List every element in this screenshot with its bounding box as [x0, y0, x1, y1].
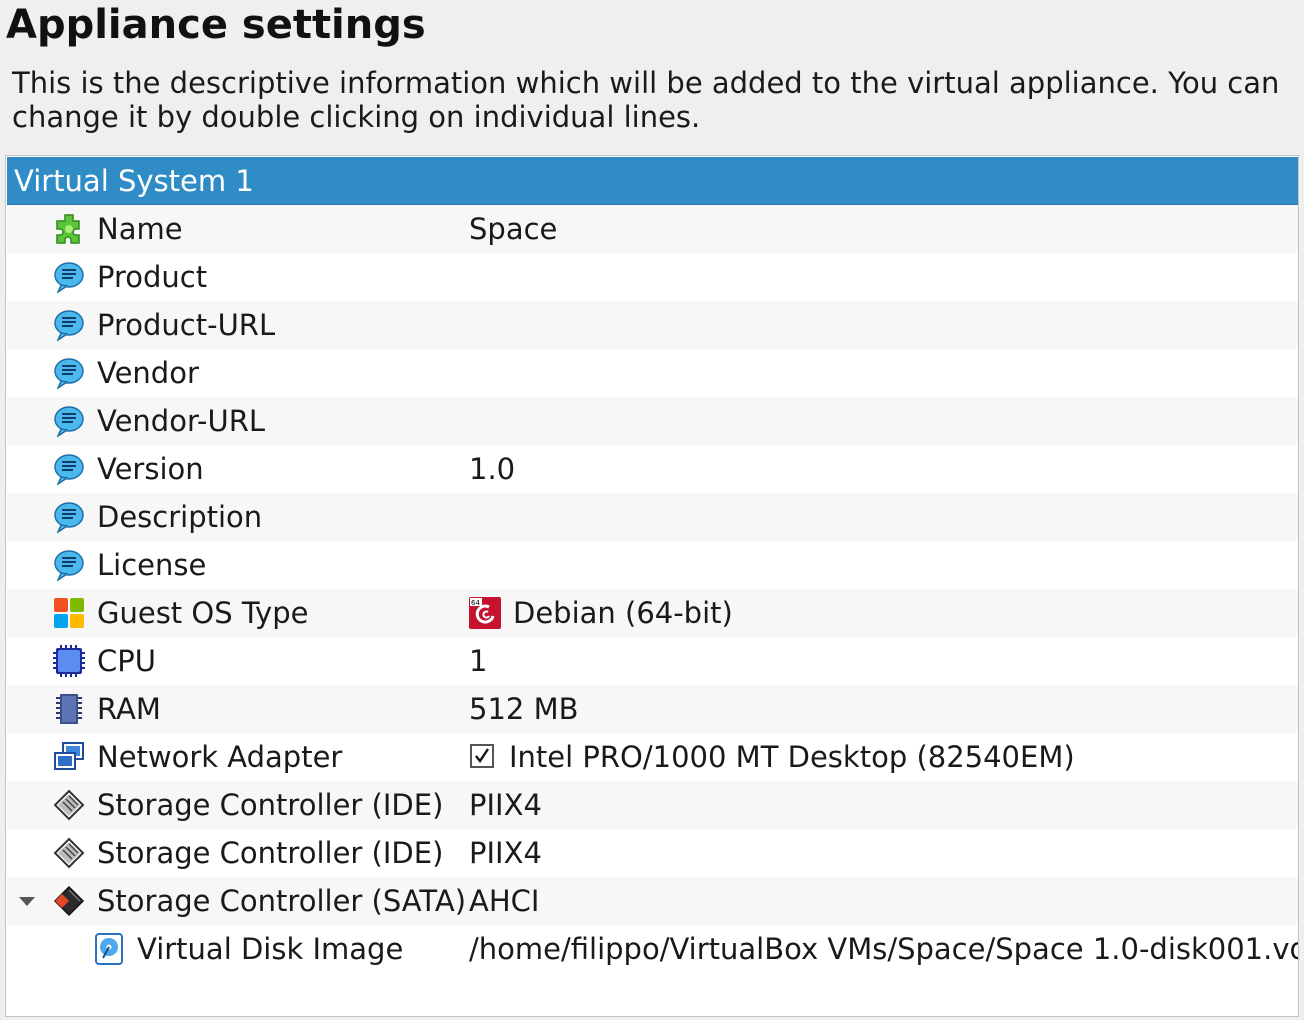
description-bubble-icon: [54, 454, 84, 485]
row-value[interactable]: 512 MB: [469, 692, 579, 726]
row-value[interactable]: Intel PRO/1000 MT Desktop (82540EM): [509, 740, 1075, 774]
row-storage-controller-ide-1[interactable]: Storage Controller (IDE) PIIX4: [7, 781, 1298, 829]
row-product-url[interactable]: Product-URL: [7, 301, 1298, 349]
description-bubble-icon: [54, 262, 84, 293]
network-adapter-checkbox[interactable]: [470, 744, 494, 768]
row-vendor[interactable]: Vendor: [7, 349, 1298, 397]
row-guest-os-type[interactable]: Guest OS Type 64 Debian (64-bit): [7, 589, 1298, 637]
cpu-icon: [53, 645, 85, 677]
row-network-adapter[interactable]: Network Adapter Intel PRO/1000 MT Deskto…: [7, 733, 1298, 781]
tree-item-virtual-system[interactable]: Virtual System 1: [7, 157, 1298, 205]
row-label: Storage Controller (SATA): [97, 884, 467, 918]
description-bubble-icon: [54, 358, 84, 389]
row-label: Storage Controller (IDE): [97, 836, 444, 870]
os-type-icon: [54, 598, 84, 628]
row-label: Guest OS Type: [97, 596, 309, 630]
description-bubble-icon: [54, 310, 84, 341]
debian-64-icon: 64: [469, 597, 501, 629]
virtual-system-label: Virtual System 1: [14, 164, 254, 198]
ide-controller-icon: [53, 789, 85, 821]
row-label: Vendor-URL: [97, 404, 266, 438]
green-puzzle-icon: [56, 214, 80, 244]
row-label: License: [97, 548, 207, 582]
row-value[interactable]: /home/filippo/VirtualBox VMs/Space/Space…: [469, 932, 1298, 966]
row-storage-controller-sata[interactable]: Storage Controller (SATA) AHCI: [7, 877, 1298, 925]
checkmark-icon: [475, 748, 489, 764]
appliance-settings-tree[interactable]: Virtual System 1 Name Space Product Prod…: [5, 155, 1299, 1017]
row-value[interactable]: Debian (64-bit): [513, 596, 733, 630]
description-bubble-icon: [54, 502, 84, 533]
page-description: This is the descriptive information whic…: [12, 66, 1280, 134]
row-label: RAM: [97, 692, 161, 726]
row-label: Virtual Disk Image: [137, 932, 404, 966]
ide-controller-icon: [53, 837, 85, 869]
row-name[interactable]: Name Space: [7, 205, 1298, 253]
expand-arrow-icon[interactable]: [19, 897, 35, 906]
ram-icon: [56, 694, 82, 724]
svg-text:64: 64: [471, 599, 480, 607]
row-cpu[interactable]: CPU 1: [7, 637, 1298, 685]
row-label: Version: [97, 452, 204, 486]
row-value[interactable]: 1.0: [469, 452, 515, 486]
network-adapter-icon: [54, 742, 84, 770]
row-label: Description: [97, 500, 263, 534]
row-label: Product: [97, 260, 208, 294]
row-license[interactable]: License: [7, 541, 1298, 589]
sata-controller-icon: [53, 885, 85, 917]
hard-disk-icon: [95, 933, 123, 965]
row-label: Network Adapter: [97, 740, 343, 774]
row-value[interactable]: AHCI: [469, 884, 539, 918]
row-label: Vendor: [97, 356, 199, 390]
row-virtual-disk-image[interactable]: Virtual Disk Image /home/filippo/Virtual…: [7, 925, 1298, 973]
row-storage-controller-ide-2[interactable]: Storage Controller (IDE) PIIX4: [7, 829, 1298, 877]
row-vendor-url[interactable]: Vendor-URL: [7, 397, 1298, 445]
row-value[interactable]: Space: [469, 212, 557, 246]
row-label: Product-URL: [97, 308, 276, 342]
row-version[interactable]: Version 1.0: [7, 445, 1298, 493]
row-description[interactable]: Description: [7, 493, 1298, 541]
row-value[interactable]: 1: [469, 644, 487, 678]
description-bubble-icon: [54, 550, 84, 581]
row-ram[interactable]: RAM 512 MB: [7, 685, 1298, 733]
row-label: Name: [97, 212, 183, 246]
page-title: Appliance settings: [6, 2, 426, 48]
description-bubble-icon: [54, 406, 84, 437]
row-product[interactable]: Product: [7, 253, 1298, 301]
row-label: Storage Controller (IDE): [97, 788, 444, 822]
row-value[interactable]: PIIX4: [469, 836, 542, 870]
row-label: CPU: [97, 644, 156, 678]
row-value[interactable]: PIIX4: [469, 788, 542, 822]
